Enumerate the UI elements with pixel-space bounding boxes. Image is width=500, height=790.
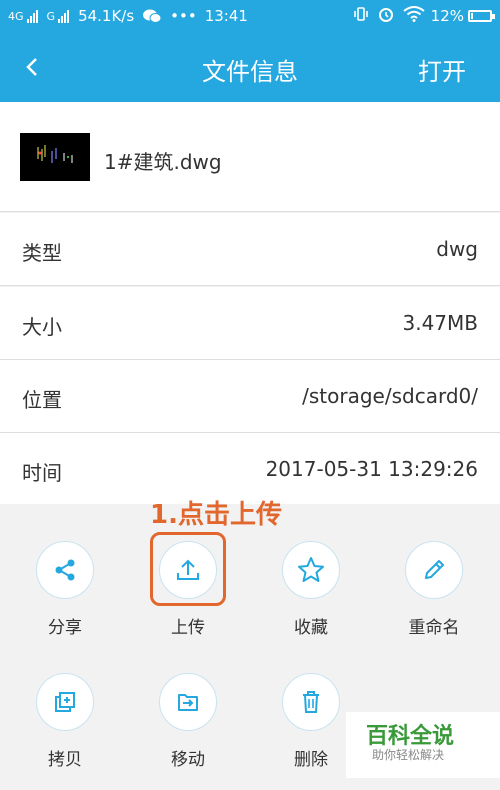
wechat-icon xyxy=(142,8,162,24)
battery-percent: 12% xyxy=(430,7,464,25)
rename-button[interactable]: 重命名 xyxy=(384,541,484,638)
file-summary: 1#建筑.dwg xyxy=(0,102,500,212)
share-button[interactable]: 分享 xyxy=(15,541,115,638)
status-bar: 4G G 54.1K/s ••• 13:41 12% xyxy=(0,0,500,32)
signal-icon xyxy=(26,9,39,23)
info-label: 大小 xyxy=(22,315,62,339)
info-row-type: 类型 dwg xyxy=(0,213,500,286)
info-row-size: 大小 3.47MB xyxy=(0,287,500,360)
info-value: 2017-05-31 13:29:26 xyxy=(265,457,478,481)
file-thumbnail xyxy=(20,133,90,181)
action-label: 上传 xyxy=(171,618,205,638)
favorite-button[interactable]: 收藏 xyxy=(261,541,361,638)
action-label: 拷贝 xyxy=(48,750,82,770)
trash-icon xyxy=(303,691,319,713)
signal-icon-2 xyxy=(58,9,70,23)
watermark-subtitle: 助你轻松解决 xyxy=(372,748,445,762)
status-time: 13:41 xyxy=(204,7,248,25)
info-label: 位置 xyxy=(22,388,62,412)
vibrate-icon xyxy=(353,6,369,26)
info-value: 3.47MB xyxy=(402,311,478,335)
file-name: 1#建筑.dwg xyxy=(104,150,222,174)
info-value: dwg xyxy=(436,237,478,261)
tutorial-annotation: 1.点击上传 xyxy=(150,500,282,530)
more-dots: ••• xyxy=(170,7,197,25)
watermark-logo: 百科全说 助你轻松解决 xyxy=(346,712,500,778)
network-speed: 54.1K/s xyxy=(78,7,135,25)
pencil-icon xyxy=(425,560,444,579)
network-type-2: G xyxy=(46,9,56,23)
star-icon xyxy=(298,557,324,582)
copy-icon xyxy=(55,692,75,712)
info-row-location: 位置 /storage/sdcard0/ xyxy=(0,360,500,433)
action-label: 分享 xyxy=(48,618,82,638)
wifi-icon xyxy=(403,6,425,26)
highlight-box xyxy=(150,532,226,606)
move-button[interactable]: 移动 xyxy=(138,673,238,770)
info-value: /storage/sdcard0/ xyxy=(302,384,478,408)
action-label: 重命名 xyxy=(408,618,460,638)
action-label: 收藏 xyxy=(294,618,328,638)
move-icon xyxy=(178,694,198,711)
copy-button[interactable]: 拷贝 xyxy=(15,673,115,770)
alarm-icon xyxy=(377,5,395,27)
battery-icon xyxy=(468,10,495,22)
app-header: 文件信息 打开 xyxy=(0,32,500,102)
share-icon xyxy=(55,559,75,581)
action-label: 移动 xyxy=(171,750,205,770)
info-label: 时间 xyxy=(22,461,62,485)
open-button[interactable]: 打开 xyxy=(418,52,466,87)
network-type-1: 4G xyxy=(8,9,24,23)
info-label: 类型 xyxy=(22,241,62,265)
